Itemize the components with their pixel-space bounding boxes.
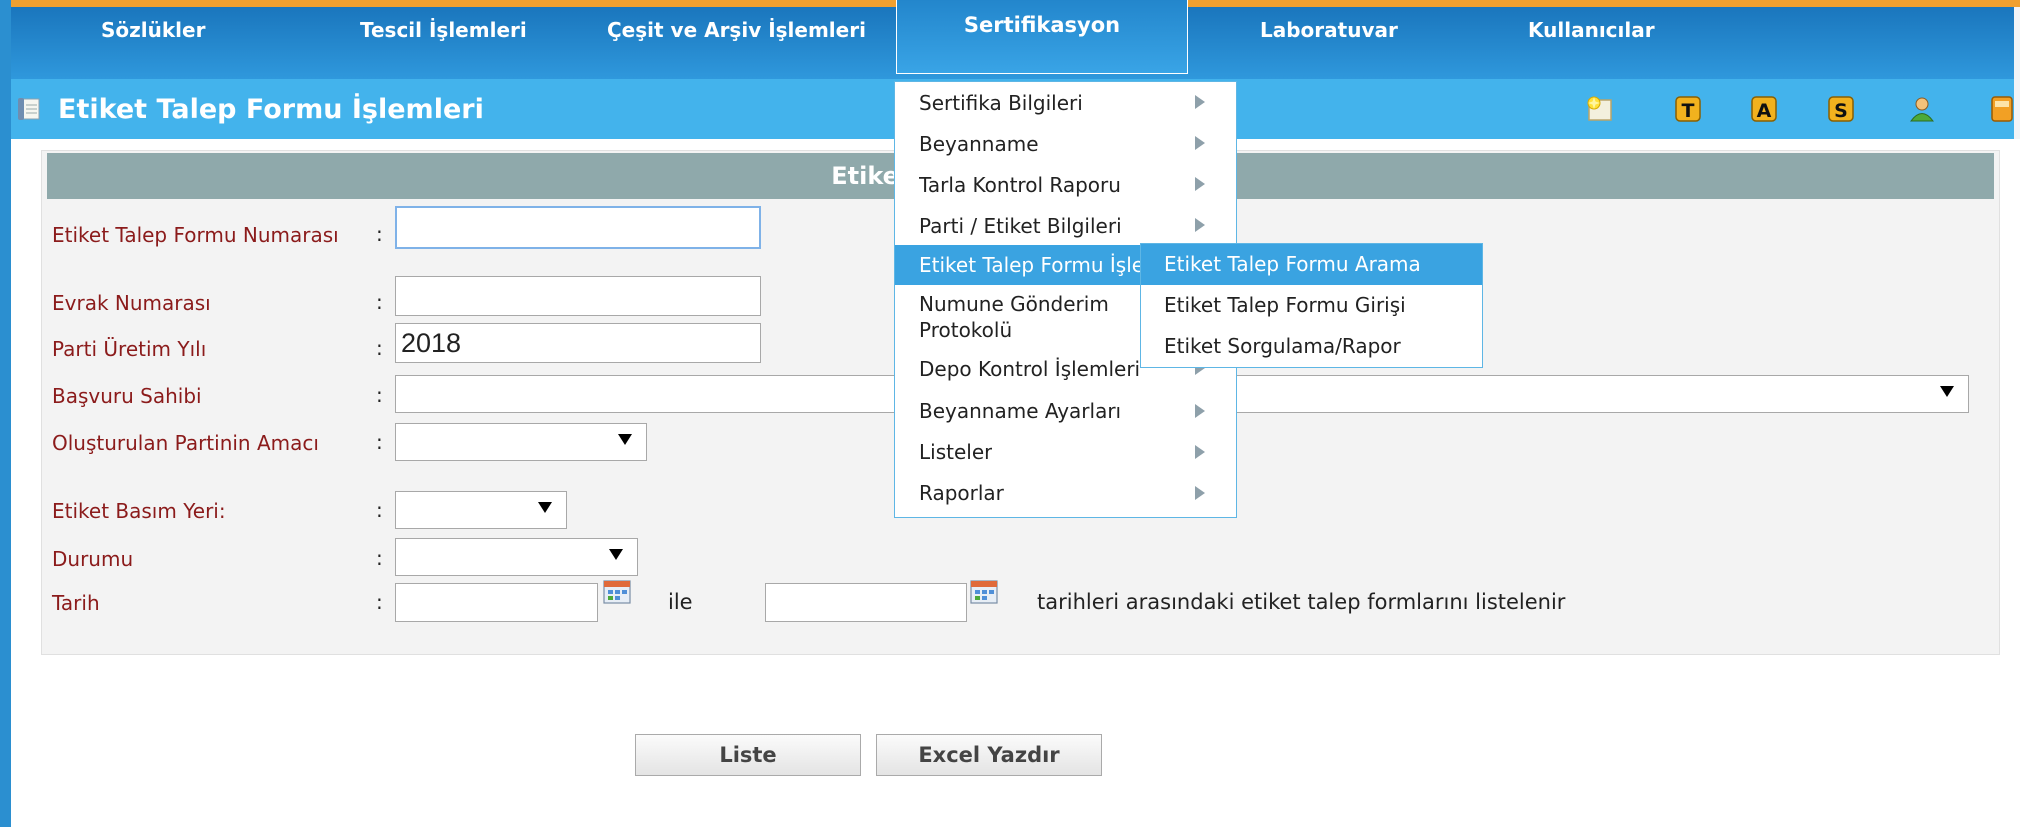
submenu-item-sorgulama-rapor[interactable]: Etiket Sorgulama/Rapor [1141, 326, 1482, 367]
menu-item-parti-etiket[interactable]: Parti / Etiket Bilgileri [895, 205, 1236, 245]
menu-item-label: Listeler [919, 440, 993, 464]
nav-item-cesit-arsiv[interactable]: Çeşit ve Arşiv İşlemleri [607, 7, 866, 53]
menu-item-label: Sertifika Bilgileri [919, 91, 1083, 115]
menu-item-listeler[interactable]: Listeler [895, 432, 1236, 473]
s-letter-icon[interactable]: S [1826, 94, 1856, 124]
submenu-item-label: Etiket Talep Formu Girişi [1164, 293, 1406, 317]
durum-select[interactable] [395, 538, 638, 576]
yil-label: Parti Üretim Yılı [52, 337, 207, 361]
basim-select[interactable] [395, 491, 567, 529]
nav-item-sozlukler[interactable]: Sözlükler [101, 7, 205, 53]
colon: : [376, 546, 383, 570]
calendar-icon[interactable] [970, 580, 998, 604]
chevron-right-icon [1195, 177, 1205, 191]
menu-item-label: Parti / Etiket Bilgileri [919, 214, 1122, 238]
calendar-icon[interactable] [603, 580, 631, 604]
nav-item-kullanicilar[interactable]: Kullanıcılar [1528, 7, 1655, 53]
t-letter-icon[interactable]: T [1673, 94, 1703, 124]
ile-text: ile [668, 590, 693, 614]
chevron-right-icon [1195, 218, 1205, 232]
tarih-bitis-input[interactable] [765, 583, 967, 622]
evrak-input[interactable] [395, 276, 761, 316]
chevron-right-icon [1195, 445, 1205, 459]
submenu-item-arama[interactable]: Etiket Talep Formu Arama [1141, 244, 1482, 285]
svg-text:A: A [1757, 100, 1772, 122]
chevron-down-icon [618, 434, 632, 445]
etiket-talep-submenu: Etiket Talep Formu Arama Etiket Talep Fo… [1140, 243, 1483, 368]
submenu-item-label: Etiket Talep Formu Arama [1164, 252, 1421, 276]
a-letter-icon[interactable]: A [1749, 94, 1779, 124]
svg-text:T: T [1682, 100, 1695, 122]
durum-label: Durumu [52, 547, 134, 571]
user-icon[interactable] [1907, 94, 1937, 124]
menu-item-label: Numune Gönderim Protokolü [919, 292, 1109, 342]
nav-item-laboratuvar[interactable]: Laboratuvar [1260, 7, 1398, 53]
menu-item-label: Tarla Kontrol Raporu [919, 173, 1121, 197]
chevron-right-icon [1195, 404, 1205, 418]
chevron-right-icon [1195, 136, 1205, 150]
basim-label: Etiket Basım Yeri: [52, 499, 226, 523]
menu-item-sertifika-bilgileri[interactable]: Sertifika Bilgileri [895, 82, 1236, 123]
yil-input[interactable]: 2018 [395, 323, 761, 363]
colon: : [376, 336, 383, 360]
talep-no-label: Etiket Talep Formu Numarası [52, 223, 339, 247]
svg-text:S: S [1834, 100, 1848, 122]
nav-item-tescil[interactable]: Tescil İşlemleri [360, 7, 527, 53]
menu-item-raporlar[interactable]: Raporlar [895, 473, 1236, 514]
menu-item-tarla-kontrol[interactable]: Tarla Kontrol Raporu [895, 164, 1236, 205]
evrak-label: Evrak Numarası [52, 291, 211, 315]
new-icon[interactable] [1585, 94, 1615, 124]
menu-item-label: Beyanname Ayarları [919, 399, 1122, 423]
document-icon [18, 98, 40, 120]
exit-icon[interactable] [1987, 94, 2017, 124]
colon: : [376, 430, 383, 454]
menu-item-beyanname-ayarlari[interactable]: Beyanname Ayarları [895, 391, 1236, 432]
colon: : [376, 222, 383, 246]
submenu-item-girisi[interactable]: Etiket Talep Formu Girişi [1141, 285, 1482, 326]
colon: : [376, 290, 383, 314]
nav-item-sertifikasyon[interactable]: Sertifikasyon [896, 0, 1188, 74]
amac-select[interactable] [395, 423, 647, 461]
menu-item-beyanname[interactable]: Beyanname [895, 123, 1236, 164]
menu-item-label: Raporlar [919, 481, 1004, 505]
tarih-aciklama: tarihleri arasındaki etiket talep formla… [1037, 590, 1566, 614]
chevron-right-icon [1195, 95, 1205, 109]
colon: : [376, 590, 383, 614]
tarih-baslangic-input[interactable] [395, 583, 598, 622]
colon: : [376, 383, 383, 407]
talep-no-input[interactable] [395, 206, 761, 249]
nav-item-sertifikasyon-label: Sertifikasyon [963, 13, 1121, 37]
chevron-down-icon [609, 549, 623, 560]
chevron-right-icon [1195, 486, 1205, 500]
menu-item-label: Etiket Talep Formu İşlemleri [919, 253, 1162, 277]
chevron-down-icon [1940, 386, 1954, 397]
basvuru-label: Başvuru Sahibi [52, 384, 202, 408]
excel-yazdir-button[interactable]: Excel Yazdır [876, 734, 1102, 776]
submenu-item-label: Etiket Sorgulama/Rapor [1164, 334, 1401, 358]
amac-label: Oluşturulan Partinin Amacı [52, 431, 319, 455]
page-title: Etiket Talep Formu İşlemleri [58, 94, 484, 125]
left-accent-bar [0, 0, 11, 827]
colon: : [376, 498, 383, 522]
menu-item-label: Beyanname [919, 132, 1039, 156]
chevron-down-icon [538, 502, 552, 513]
liste-button[interactable]: Liste [635, 734, 861, 776]
tarih-label: Tarih [52, 591, 100, 615]
